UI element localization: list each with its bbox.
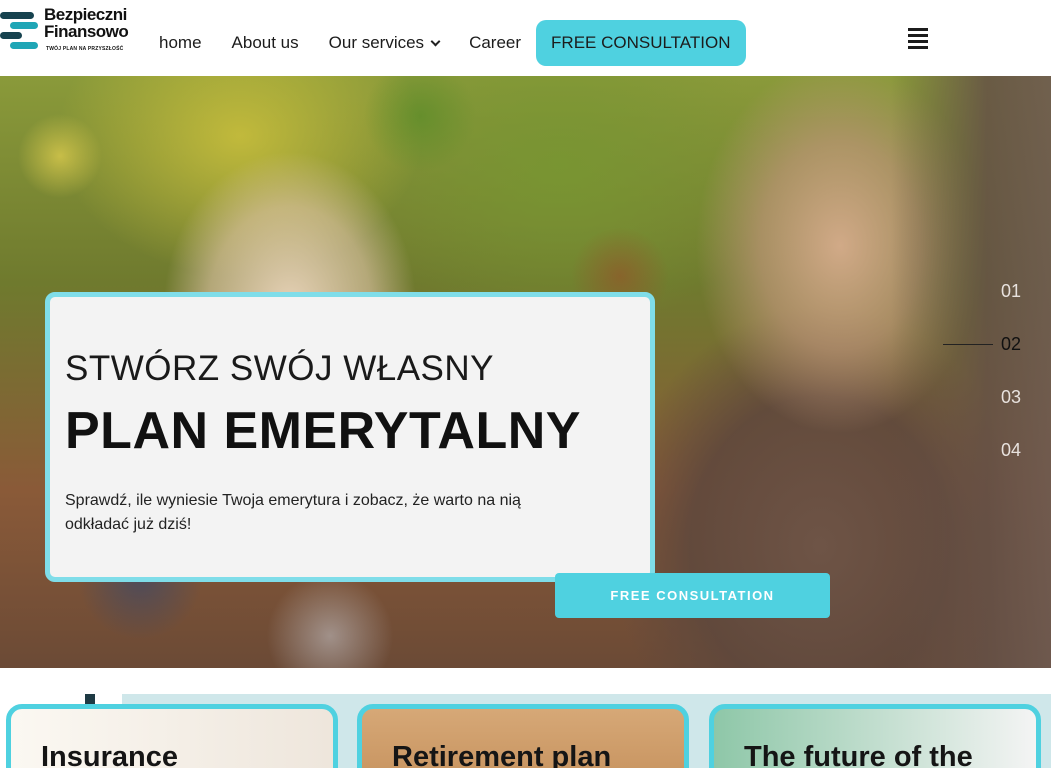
logo-name: Bezpieczni Finansowo <box>44 5 129 41</box>
nav-about-us[interactable]: About us <box>217 20 314 66</box>
slide-pagination: 01 02 03 04 <box>901 280 1021 492</box>
promo-heading-line1: STWÓRZ SWÓJ WŁASNY <box>65 349 494 388</box>
promo-description: Sprawdź, ile wyniesie Twoja emerytura i … <box>65 492 521 533</box>
nav-home[interactable]: home <box>144 20 217 66</box>
logo-mark-icon <box>0 10 38 54</box>
slide-indicator-04[interactable]: 04 <box>901 439 1021 492</box>
page: Bezpieczni Finansowo TWÓJ PLAN NA PRZYSZ… <box>0 0 1055 768</box>
nav-our-services[interactable]: Our services <box>314 20 454 66</box>
promo-banner: STWÓRZ SWÓJ WŁASNY PLAN EMERYTALNY Spraw… <box>45 292 655 582</box>
menu-icon[interactable] <box>908 28 930 50</box>
nav-career[interactable]: Career <box>454 20 536 66</box>
promo-heading-line2: PLAN EMERYTALNY <box>65 402 581 460</box>
active-slide-line <box>943 344 993 345</box>
slide-indicator-01[interactable]: 01 <box>901 280 1021 333</box>
service-card-title: Insurance <box>41 741 178 768</box>
logo[interactable]: Bezpieczni Finansowo TWÓJ PLAN NA PRZYSZ… <box>0 6 136 56</box>
service-card-insurance[interactable]: Insurance <box>6 704 338 768</box>
main-nav: home About us Our services Career FREE C… <box>144 20 746 66</box>
free-consultation-hero-button[interactable]: FREE CONSULTATION <box>555 573 830 618</box>
chevron-down-icon <box>430 36 441 47</box>
service-card-future[interactable]: The future of the <box>709 704 1041 768</box>
slide-indicator-02[interactable]: 02 <box>901 333 1021 386</box>
service-card-title: The future of the <box>744 741 973 768</box>
services-section: Insurance Retirement plan The future of … <box>0 668 1055 768</box>
logo-tagline: TWÓJ PLAN NA PRZYSZŁOŚĆ <box>46 46 124 52</box>
free-consultation-nav-button[interactable]: FREE CONSULTATION <box>536 20 746 66</box>
nav-our-services-label: Our services <box>328 33 425 52</box>
site-header: Bezpieczni Finansowo TWÓJ PLAN NA PRZYSZ… <box>0 0 1051 76</box>
hero-slider: STWÓRZ SWÓJ WŁASNY PLAN EMERYTALNY Spraw… <box>0 76 1051 668</box>
service-card-title: Retirement plan <box>392 741 612 768</box>
slide-indicator-03[interactable]: 03 <box>901 386 1021 439</box>
service-card-retirement-plan[interactable]: Retirement plan <box>357 704 689 768</box>
